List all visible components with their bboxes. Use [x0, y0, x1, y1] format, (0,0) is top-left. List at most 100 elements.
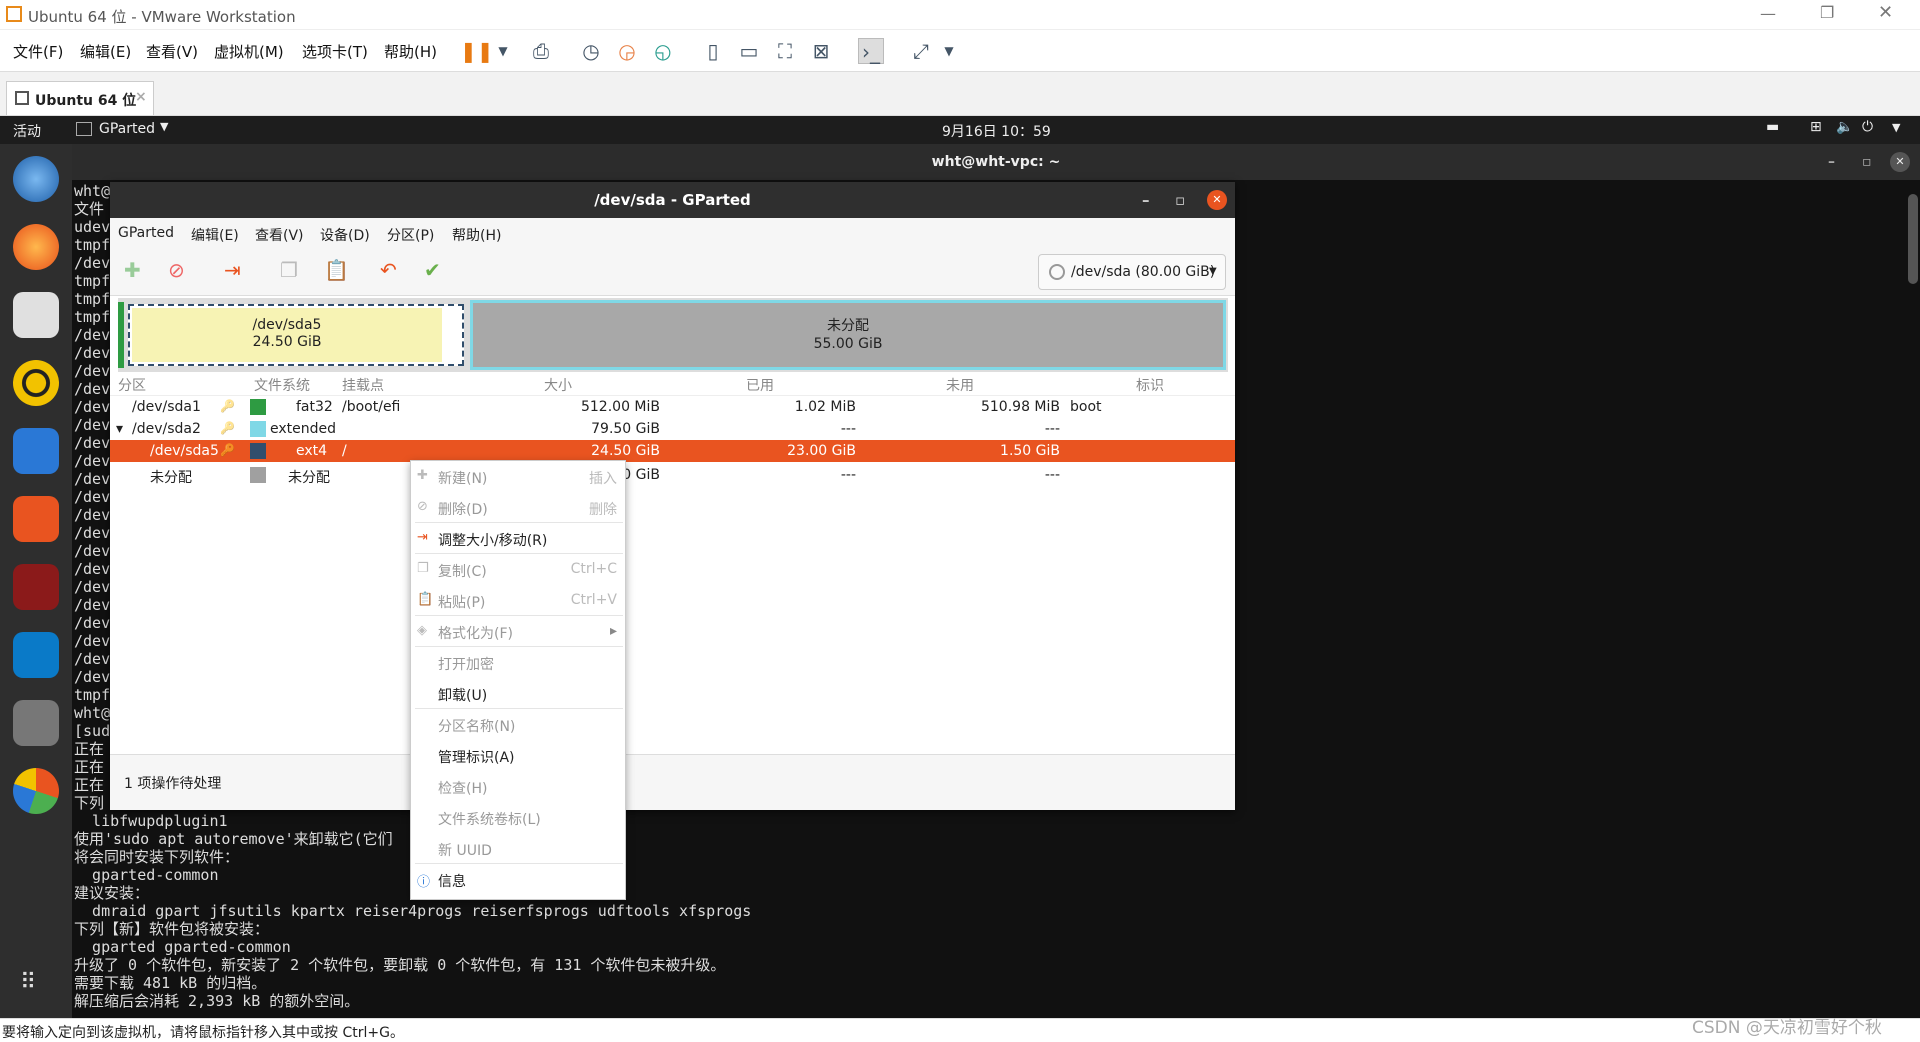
table-row[interactable]: /dev/sda1 🔑 fat32/boot/efi 512.00 MiB 1.02 M…: [110, 396, 1235, 418]
stretch-icon[interactable]: ⤢: [908, 38, 934, 64]
snapshot-icon[interactable]: ◷: [578, 38, 604, 64]
fullscreen-icon[interactable]: ⛶: [772, 38, 798, 64]
chevron-down-icon[interactable]: ▼: [160, 120, 168, 133]
expander-icon[interactable]: ▾: [116, 421, 123, 437]
context-item[interactable]: 管理标识(A): [411, 740, 627, 771]
menu-view[interactable]: 查看(V): [146, 41, 198, 62]
tab-close-icon[interactable]: ×: [135, 89, 147, 105]
menu-gparted[interactable]: GParted: [118, 225, 174, 241]
new-icon[interactable]: ✚: [124, 258, 141, 282]
maximize-icon[interactable]: ▫: [1175, 182, 1185, 218]
context-item[interactable]: ❐ 复制(C) Ctrl+C: [411, 554, 627, 585]
menu-help[interactable]: 帮助(H): [384, 41, 437, 62]
pause-icon[interactable]: ❚❚: [460, 38, 494, 64]
context-item[interactable]: ⓘ 信息: [411, 864, 627, 895]
apply-icon[interactable]: ✔: [424, 258, 441, 282]
col-partition[interactable]: 分区: [118, 375, 146, 395]
clock[interactable]: 9月16日 10：59: [942, 121, 1051, 141]
terminal-scrollbar[interactable]: [1908, 194, 1918, 284]
col-unused[interactable]: 未用: [946, 375, 974, 395]
context-item[interactable]: 打开加密: [411, 647, 627, 678]
console-icon[interactable]: ›_: [858, 38, 884, 64]
close-icon[interactable]: ✕: [1890, 152, 1910, 172]
gparted-dock-icon[interactable]: [13, 700, 59, 746]
network-icon[interactable]: ⊞: [1810, 119, 1822, 135]
minimize-icon[interactable]: –: [1828, 144, 1835, 180]
revert-snapshot-icon[interactable]: ◶: [614, 38, 640, 64]
snapshot-manager-icon[interactable]: ◵: [650, 38, 676, 64]
menu-tabs[interactable]: 选项卡(T): [302, 41, 368, 62]
col-size[interactable]: 大小: [544, 375, 572, 395]
context-item[interactable]: 分区名称(N): [411, 709, 627, 740]
tab-ubuntu[interactable]: Ubuntu 64 位 ×: [6, 81, 154, 115]
activities-button[interactable]: 活动: [13, 121, 41, 141]
context-item[interactable]: ⊘ 删除(D) 删除: [411, 492, 627, 523]
menu-edit[interactable]: 编辑(E): [191, 225, 239, 245]
host-status-text: 要将输入定向到该虚拟机，请将鼠标指针移入其中或按 Ctrl+G。: [2, 1025, 404, 1041]
terminal-line: 使用'sudo apt autoremove'来卸载它(它们: [74, 830, 393, 848]
minimize-icon[interactable]: –: [1142, 182, 1150, 218]
chevron-down-icon[interactable]: ▼: [936, 38, 962, 64]
table-row[interactable]: /dev/sda5 🔑 ext4 / 24.50 GiB 23.00 GiB 1.50 Gi…: [110, 440, 1235, 462]
terminal-app-icon[interactable]: [13, 564, 59, 610]
map-sda5[interactable]: /dev/sda5 24.50 GiB: [128, 304, 464, 366]
disk-usage-icon[interactable]: [13, 768, 59, 814]
thumbnail-icon[interactable]: ▭: [736, 38, 762, 64]
close-icon[interactable]: ✕: [1878, 2, 1893, 23]
col-filesystem[interactable]: 文件系统: [254, 375, 310, 395]
context-item[interactable]: 新 UUID: [411, 833, 627, 864]
context-item[interactable]: ⇥ 调整大小/移动(R): [411, 523, 627, 554]
menu-view[interactable]: 查看(V): [255, 225, 304, 245]
context-item[interactable]: 卸载(U): [411, 678, 627, 709]
files-icon[interactable]: [13, 292, 59, 338]
context-item[interactable]: 文件系统卷标(L): [411, 802, 627, 833]
paste-icon[interactable]: 📋: [324, 258, 349, 282]
maximize-icon[interactable]: ▫: [1862, 144, 1872, 180]
menu-edit[interactable]: 编辑(E): [80, 41, 131, 62]
restore-icon[interactable]: ❐: [1820, 3, 1834, 22]
chevron-down-icon[interactable]: ▼: [490, 38, 516, 64]
unity-icon[interactable]: ⊠: [808, 38, 834, 64]
vscode-icon[interactable]: [13, 632, 59, 678]
rhythmbox-icon[interactable]: [13, 360, 59, 406]
info-icon: ⓘ: [417, 875, 431, 890]
undo-icon[interactable]: ↶: [380, 258, 397, 282]
context-item[interactable]: ✚ 新建(N) 插入: [411, 461, 627, 492]
context-item[interactable]: ◈ 格式化为(F) ▸: [411, 616, 627, 647]
copy-icon[interactable]: ❐: [280, 258, 298, 282]
menu-help[interactable]: 帮助(H): [452, 225, 501, 245]
context-item[interactable]: 📋 粘贴(P) Ctrl+V: [411, 585, 627, 616]
gparted-window[interactable]: /dev/sda - GParted – ▫ ✕ GParted 编辑(E) 查…: [110, 182, 1235, 810]
device-selector[interactable]: /dev/sda (80.00 GiB) ▼: [1038, 254, 1226, 290]
table-row[interactable]: 未分配 未分配 0 GiB --- ---: [110, 464, 1235, 486]
writer-icon[interactable]: [13, 428, 59, 474]
menu-file[interactable]: 文件(F): [13, 41, 63, 62]
menu-device[interactable]: 设备(D): [320, 225, 370, 245]
menu-vm[interactable]: 虚拟机(M): [214, 41, 284, 62]
software-icon[interactable]: [13, 496, 59, 542]
col-mountpoint[interactable]: 挂载点: [342, 375, 384, 395]
col-used[interactable]: 已用: [746, 375, 774, 395]
pending-operations[interactable]: 1 项操作待处理: [124, 773, 221, 793]
keyboard-icon[interactable]: ▬: [1766, 119, 1779, 135]
context-item[interactable]: 检查(H): [411, 771, 627, 802]
minimize-icon[interactable]: —: [1760, 4, 1776, 23]
map-unallocated[interactable]: 未分配 55.00 GiB: [470, 300, 1226, 370]
sidebar-icon[interactable]: ▯: [700, 38, 726, 64]
unused: ---: [1044, 467, 1060, 483]
thunderbird-icon[interactable]: [13, 156, 59, 202]
show-apps-icon[interactable]: ⠿: [20, 970, 37, 995]
firefox-icon[interactable]: [13, 224, 59, 270]
app-menu[interactable]: GParted: [99, 121, 155, 137]
delete-icon[interactable]: ⊘: [168, 258, 185, 282]
map-sda1[interactable]: [118, 302, 124, 368]
power-icon[interactable]: ⏻: [1862, 119, 1873, 135]
resize-icon[interactable]: ⇥: [224, 258, 241, 282]
close-icon[interactable]: ✕: [1207, 190, 1227, 210]
table-row[interactable]: ▾ /dev/sda2 🔑 extended 79.50 GiB --- ---: [110, 418, 1235, 440]
volume-icon[interactable]: 🔈: [1836, 119, 1853, 135]
send-keys-icon[interactable]: ⎙: [528, 38, 554, 64]
chevron-down-icon[interactable]: ▼: [1892, 121, 1900, 134]
menu-partition[interactable]: 分区(P): [387, 225, 434, 245]
col-flags[interactable]: 标识: [1136, 375, 1164, 395]
